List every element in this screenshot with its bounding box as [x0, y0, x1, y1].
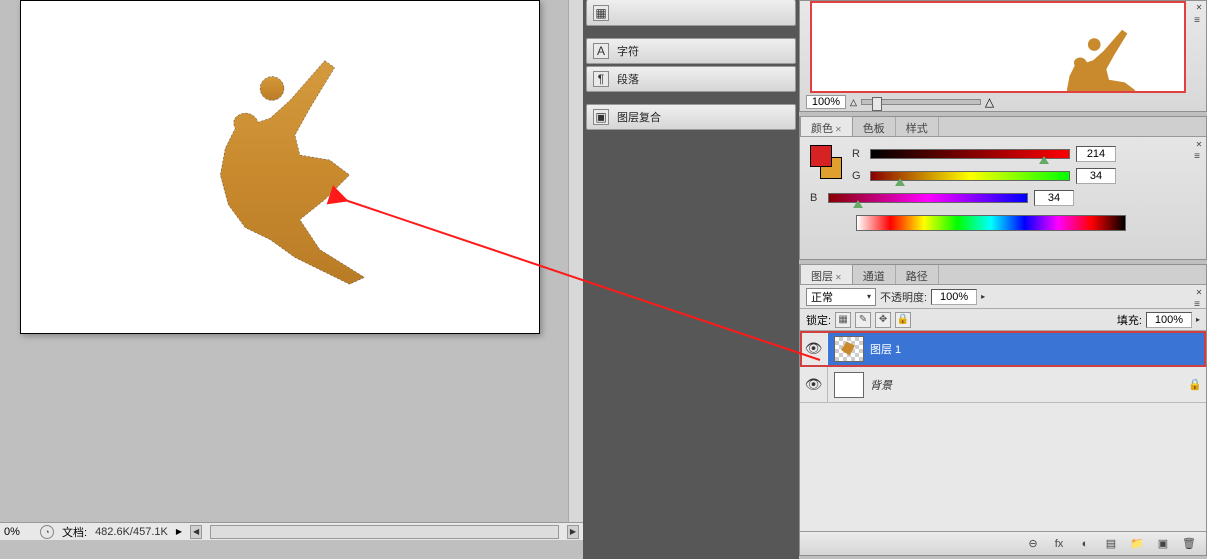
fill-input[interactable]: 100%: [1146, 312, 1192, 328]
g-slider[interactable]: [870, 171, 1070, 181]
status-bar: 0% ◔ 文档: 482.6K/457.1K ▶ ◀ ▶: [0, 522, 583, 540]
navigator-preview[interactable]: [810, 1, 1186, 93]
mid-item-paragraph[interactable]: ¶ 段落: [586, 66, 796, 92]
layers-footer: ⊖ fx ◐ ▤ 📁 ▣ 🗑: [800, 531, 1206, 555]
close-icon[interactable]: ✕: [1194, 139, 1204, 149]
canvas-area: 0% ◔ 文档: 482.6K/457.1K ▶ ◀ ▶: [0, 0, 583, 540]
panel-menu-icon[interactable]: ≡: [1190, 299, 1204, 309]
lock-all-icon[interactable]: 🔒: [895, 312, 911, 328]
layer-list: 👁 图层 1 👁 背景 🔒: [800, 331, 1206, 553]
navigator-zoom[interactable]: 100%: [806, 95, 846, 109]
tab-paths[interactable]: 路径: [896, 265, 939, 284]
link-layers-icon[interactable]: ⊖: [1024, 536, 1042, 552]
layer-thumbnail[interactable]: [834, 372, 864, 398]
r-slider[interactable]: [870, 149, 1070, 159]
b-value[interactable]: 34: [1034, 190, 1074, 206]
layercomp-icon: ▣: [593, 109, 609, 125]
channel-g-label: G: [852, 170, 864, 182]
fg-bg-swatches[interactable]: [810, 145, 842, 179]
tab-color[interactable]: 颜色✕: [800, 116, 853, 136]
color-panel: 颜色✕ 色板 样式 ✕ ≡ R 214 G 34: [799, 116, 1207, 260]
doc-stats-arrow[interactable]: ▶: [176, 527, 182, 536]
info-icon[interactable]: ◔: [40, 525, 54, 539]
layer-thumbnail[interactable]: [834, 336, 864, 362]
layer-row[interactable]: 👁 背景 🔒: [800, 367, 1206, 403]
adjustment-icon[interactable]: ▤: [1102, 536, 1120, 552]
right-panels: 100% △ △ ✕ ≡ 颜色✕ 色板 样式 ✕ ≡ R 214: [799, 0, 1207, 559]
lock-position-icon[interactable]: ✥: [875, 312, 891, 328]
visibility-icon[interactable]: 👁: [800, 367, 828, 402]
layers-panel: 图层✕ 通道 路径 ✕ ≡ 正常▾ 不透明度: 100% ▸ 锁定: ▦ ✎ ✥…: [799, 264, 1207, 556]
lock-transparent-icon[interactable]: ▦: [835, 312, 851, 328]
opacity-arrow-icon[interactable]: ▸: [981, 292, 985, 301]
panel-menu-icon[interactable]: ≡: [1190, 151, 1204, 161]
channel-r-label: R: [852, 148, 864, 160]
zoom-in-icon[interactable]: △: [985, 95, 994, 109]
tab-swatches[interactable]: 色板: [853, 117, 896, 136]
trash-icon[interactable]: 🗑: [1180, 536, 1198, 552]
lock-label: 锁定:: [806, 312, 831, 328]
mask-icon[interactable]: ◐: [1076, 536, 1094, 552]
close-icon[interactable]: ✕: [1194, 2, 1204, 12]
spectrum-bar[interactable]: [856, 215, 1126, 231]
doc-label: 文档:: [62, 524, 87, 540]
collapsed-panels: ▦ A 字符 ¶ 段落 ▣ 图层复合: [583, 0, 799, 559]
mid-item-0[interactable]: ▦: [586, 0, 796, 26]
fill-label: 填充:: [1117, 312, 1142, 328]
tab-styles[interactable]: 样式: [896, 117, 939, 136]
layer-name[interactable]: 图层 1: [870, 341, 1184, 357]
layer-row[interactable]: 👁 图层 1: [800, 331, 1206, 367]
vertical-scrollbar[interactable]: [568, 0, 583, 540]
layer-name[interactable]: 背景: [870, 377, 1184, 393]
tab-channels[interactable]: 通道: [853, 265, 896, 284]
panel-label: 图层复合: [617, 109, 661, 125]
close-icon[interactable]: ✕: [1194, 287, 1204, 297]
color-tabs: 颜色✕ 色板 样式: [800, 117, 1206, 137]
navigator-slider[interactable]: [861, 99, 981, 105]
doc-stats: 482.6K/457.1K: [95, 526, 168, 538]
r-value[interactable]: 214: [1076, 146, 1116, 162]
zoom-out-icon[interactable]: △: [850, 97, 857, 108]
new-layer-icon[interactable]: ▣: [1154, 536, 1172, 552]
panel-label: 段落: [617, 71, 639, 87]
channel-b-label: B: [810, 192, 822, 204]
group-icon[interactable]: 📁: [1128, 536, 1146, 552]
lock-indicator: 🔒: [1184, 378, 1206, 391]
hscroll-left[interactable]: ◀: [190, 525, 202, 539]
foreground-swatch[interactable]: [810, 145, 832, 167]
b-slider[interactable]: [828, 193, 1028, 203]
opacity-input[interactable]: 100%: [931, 289, 977, 305]
blend-mode-select[interactable]: 正常▾: [806, 288, 876, 306]
hscroll-right[interactable]: ▶: [567, 525, 579, 539]
zoom-level[interactable]: 0%: [4, 526, 32, 538]
fx-icon[interactable]: fx: [1050, 536, 1068, 552]
canvas-artwork: [21, 1, 539, 333]
visibility-icon[interactable]: 👁: [800, 331, 828, 366]
panel-menu-icon[interactable]: ≡: [1190, 15, 1204, 25]
canvas[interactable]: [20, 0, 540, 334]
opacity-label: 不透明度:: [880, 289, 927, 305]
panel-icon: ▦: [593, 5, 609, 21]
navigator-panel: 100% △ △ ✕ ≡: [799, 0, 1207, 112]
tab-layers[interactable]: 图层✕: [800, 264, 853, 284]
panel-label: 字符: [617, 43, 639, 59]
paragraph-icon: ¶: [593, 71, 609, 87]
character-icon: A: [593, 43, 609, 59]
layers-tabs: 图层✕ 通道 路径: [800, 265, 1206, 285]
g-value[interactable]: 34: [1076, 168, 1116, 184]
lock-pixels-icon[interactable]: ✎: [855, 312, 871, 328]
fill-arrow-icon[interactable]: ▸: [1196, 315, 1200, 324]
mid-item-character[interactable]: A 字符: [586, 38, 796, 64]
hscroll-track[interactable]: [210, 525, 559, 539]
mid-item-layercomp[interactable]: ▣ 图层复合: [586, 104, 796, 130]
